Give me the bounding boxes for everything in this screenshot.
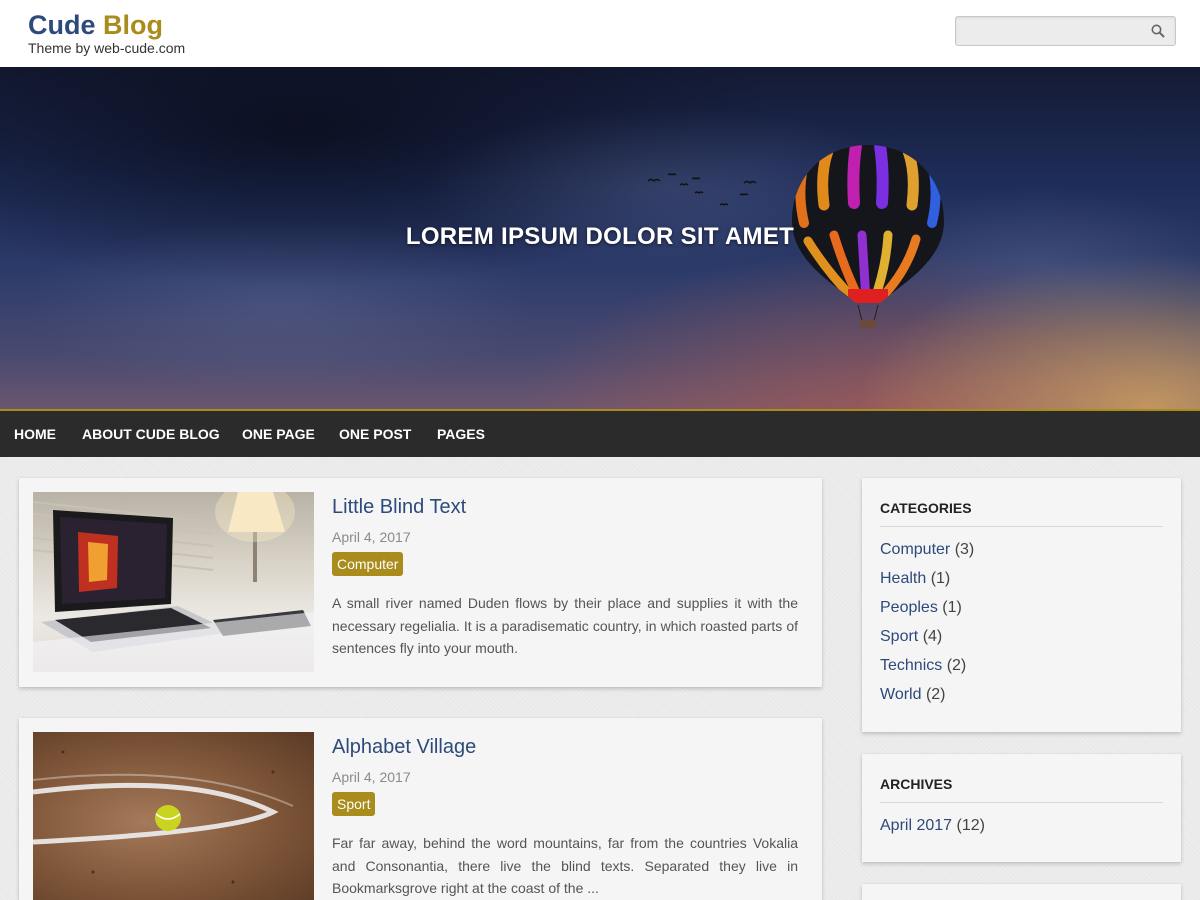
site-branding: Cude Blog Theme by web-cude.com (28, 9, 185, 55)
post-category-badge[interactable]: Sport (332, 792, 376, 816)
category-link-peoples[interactable]: Peoples (880, 599, 938, 616)
category-count: (2) (925, 686, 946, 703)
post-card: Alphabet Village April 4, 2017 Sport Far… (19, 718, 822, 900)
category-item: Technics (2) (880, 651, 974, 680)
sidebar-widget (862, 884, 1181, 900)
site-title[interactable]: Cude Blog (28, 9, 185, 41)
category-link-technics[interactable]: Technics (880, 657, 942, 674)
main-navigation: HOME ABOUT CUDE BLOG ONE PAGE ONE POST P… (0, 409, 1200, 457)
post-excerpt: Far far away, behind the word mountains,… (332, 835, 798, 896)
site-tagline: Theme by web-cude.com (28, 40, 186, 56)
post-category-badge[interactable]: Computer (332, 552, 404, 576)
post-title[interactable]: Alphabet Village (332, 736, 476, 759)
post-thumbnail-ball[interactable] (33, 732, 314, 900)
search-input[interactable] (956, 17, 1141, 45)
category-link-health[interactable]: Health (880, 570, 926, 587)
category-link-world[interactable]: World (880, 686, 922, 703)
category-count: (4) (922, 628, 943, 645)
site-header: Cude Blog Theme by web-cude.com (0, 0, 1200, 67)
nav-item-pages[interactable]: PAGES (437, 411, 485, 457)
category-count: (2) (946, 657, 967, 674)
post-date: April 4, 2017 (332, 529, 411, 545)
search-form (955, 16, 1176, 46)
category-item: Computer (3) (880, 535, 974, 564)
archive-link-april-2017[interactable]: April 2017 (880, 817, 952, 834)
categories-widget: CATEGORIES Computer (3) Health (1) Peopl… (862, 478, 1181, 732)
widget-title: CATEGORIES (880, 500, 1163, 527)
category-item: Peoples (1) (880, 593, 974, 622)
search-icon[interactable] (1150, 23, 1166, 39)
archive-item: April 2017 (12) (880, 811, 985, 840)
category-link-computer[interactable]: Computer (880, 541, 950, 558)
hero-title: LOREM IPSUM DOLOR SIT AMET (405, 223, 795, 250)
birds-graphic (647, 173, 757, 206)
hero-banner: LOREM IPSUM DOLOR SIT AMET (0, 67, 1200, 409)
nav-item-one-page[interactable]: ONE PAGE (242, 411, 315, 457)
laptop-image (33, 492, 314, 672)
post-thumbnail-laptop[interactable] (33, 492, 314, 672)
post-card: Little Blind Text April 4, 2017 Computer… (19, 478, 822, 687)
category-count: (1) (930, 570, 951, 587)
post-date: April 4, 2017 (332, 769, 411, 785)
category-count: (1) (942, 599, 962, 616)
post-title[interactable]: Little Blind Text (332, 496, 466, 519)
archive-count: (12) (956, 817, 985, 834)
archives-list: April 2017 (12) (880, 811, 985, 840)
widget-title: ARCHIVES (880, 776, 1163, 803)
nav-item-one-post[interactable]: ONE POST (339, 411, 411, 457)
category-item: World (2) (880, 680, 974, 709)
category-count: (3) (954, 541, 975, 558)
ball-field-image (33, 750, 294, 884)
category-item: Health (1) (880, 564, 974, 593)
category-link-sport[interactable]: Sport (880, 628, 918, 645)
category-item: Sport (4) (880, 622, 974, 651)
post-excerpt: A small river named Duden flows by their… (332, 595, 798, 656)
archives-widget: ARCHIVES April 2017 (12) (862, 754, 1181, 862)
site-title-part1[interactable]: Cude (28, 10, 96, 40)
site-title-part2[interactable]: Blog (103, 10, 163, 40)
nav-item-about[interactable]: ABOUT CUDE BLOG (82, 411, 220, 457)
nav-item-home[interactable]: HOME (14, 411, 56, 457)
categories-list: Computer (3) Health (1) Peoples (1) Spor… (880, 535, 974, 709)
